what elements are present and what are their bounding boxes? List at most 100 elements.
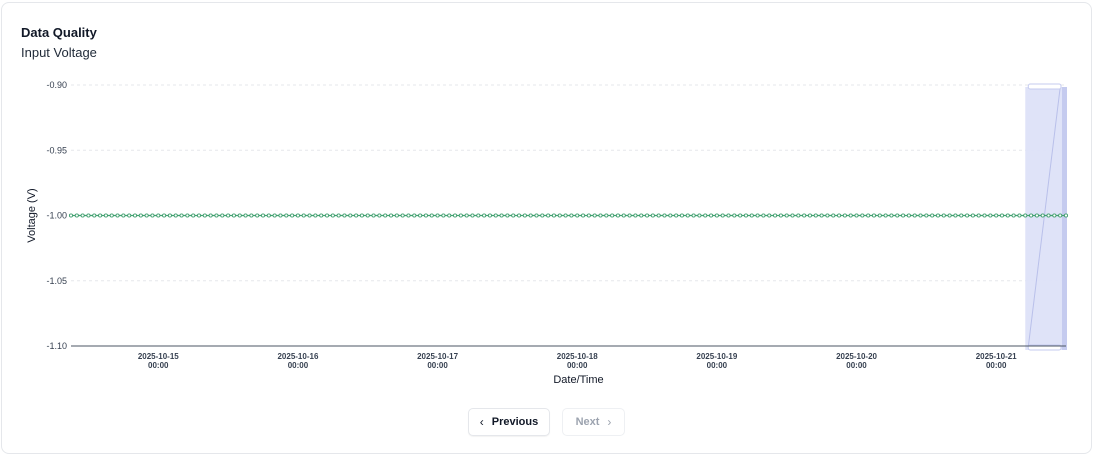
data-point [953,213,958,218]
data-point [1040,213,1045,218]
data-point [982,213,987,218]
x-axis: 2025-10-1500:002025-10-1600:002025-10-17… [71,345,1066,370]
data-point [371,213,376,218]
data-point [883,213,888,218]
y-tick-label: -1.05 [46,276,67,286]
data-point [895,213,900,218]
data-point [470,213,475,218]
data-point [127,213,132,218]
data-point [196,213,202,218]
data-point [202,213,207,218]
data-point [656,213,661,218]
data-point [92,213,97,218]
data-point [1063,213,1069,218]
data-point [115,213,120,218]
data-point [86,213,91,218]
data-point [80,213,85,218]
data-point [1046,213,1051,218]
data-point [813,213,818,218]
data-point [237,213,242,218]
brush-right-edge[interactable] [1062,87,1067,350]
data-point [418,213,423,218]
data-point [668,213,673,218]
data-point [679,213,685,218]
brush-area[interactable] [1025,87,1066,350]
data-point [132,213,138,218]
data-point [586,213,591,218]
data-point [726,213,731,218]
data-point [540,213,545,218]
data-point [109,213,114,218]
data-point [1052,213,1057,218]
data-point [406,213,411,218]
data-point [935,213,941,218]
data-point [807,213,813,218]
data-point [999,213,1005,218]
data-point [348,213,353,218]
data-point [831,213,836,218]
data-point [714,213,719,218]
previous-button[interactable]: ‹ Previous [468,408,550,436]
data-point [610,213,615,218]
data-point [557,213,562,218]
data-point [924,213,929,218]
data-point [249,213,254,218]
data-point [284,213,289,218]
x-tick-date: 2025-10-15 [138,352,179,361]
data-point [598,213,603,218]
data-point [633,213,638,218]
data-point [848,213,853,218]
data-point [138,213,143,218]
data-point [452,213,458,218]
data-point [162,213,167,218]
data-point [650,213,655,218]
x-tick-date: 2025-10-20 [836,352,877,361]
brush-handle[interactable] [1027,83,1062,90]
next-button[interactable]: Next › [562,408,625,436]
data-point [231,213,236,218]
x-tick-date: 2025-10-21 [976,352,1017,361]
data-point [528,213,533,218]
data-point [802,213,807,218]
data-point [662,213,667,218]
data-point [441,213,446,218]
x-tick-date: 2025-10-16 [277,352,318,361]
data-point [994,213,999,218]
data-point [98,213,103,218]
data-point [639,213,644,218]
data-point [703,213,708,218]
data-point [68,213,74,218]
data-point [150,213,155,218]
x-tick-time: 00:00 [707,361,728,370]
data-point [191,213,196,218]
data-point [854,213,859,218]
data-point [732,213,737,218]
data-point [103,213,108,218]
data-point [930,213,935,218]
data-point [901,213,906,218]
data-point [965,213,970,218]
data-point [179,213,184,218]
data-point [674,213,679,218]
data-point [877,213,882,218]
data-point [516,213,522,218]
data-point [226,213,231,218]
data-point [377,213,382,218]
x-axis-label: Date/Time [553,374,603,386]
data-point [260,213,266,218]
next-button-label: Next [575,416,600,428]
data-point [266,213,271,218]
data-point [313,213,318,218]
data-point [860,213,865,218]
data-point [511,213,516,218]
data-point [307,213,312,218]
data-point [499,213,504,218]
x-tick-time: 00:00 [846,361,867,370]
series-voltage [68,213,1069,218]
data-point [761,213,766,218]
data-point [778,213,783,218]
data-point [871,213,877,218]
previous-button-label: Previous [491,416,539,428]
x-tick-date: 2025-10-18 [557,352,598,361]
data-point [691,213,696,218]
